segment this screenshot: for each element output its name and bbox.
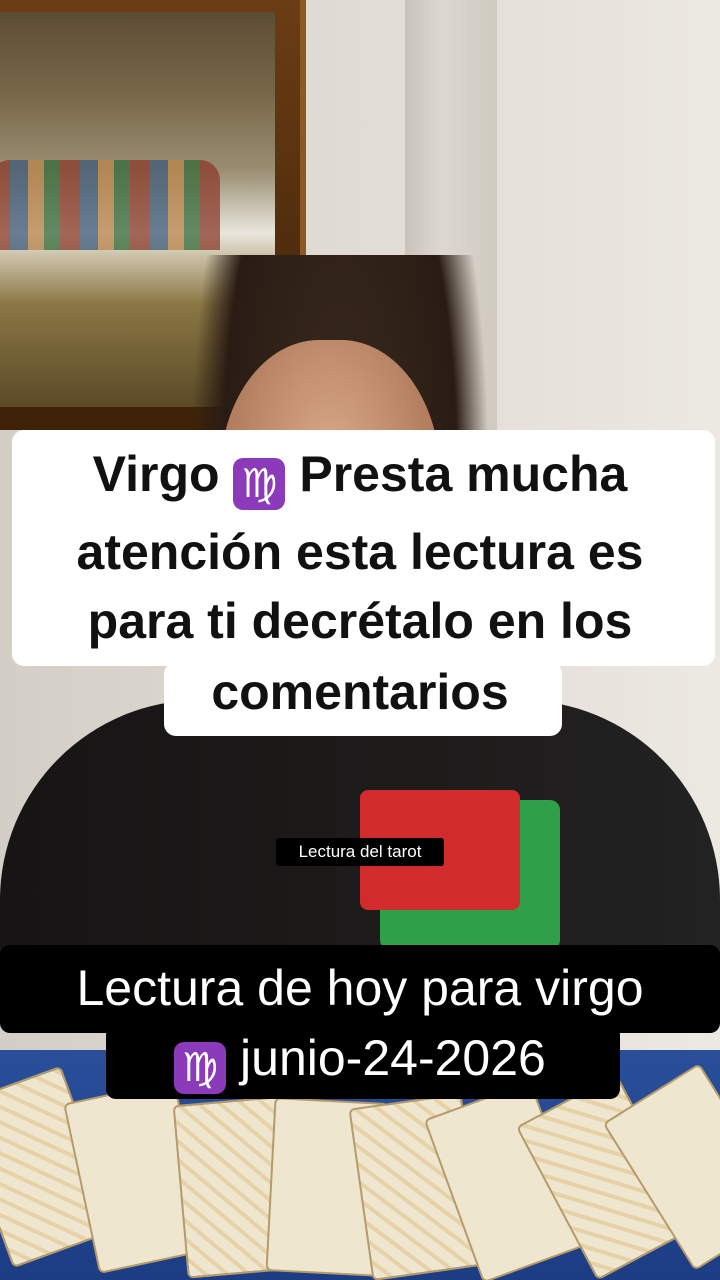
caption-word-virgo: Virgo [92,446,220,502]
caption-line-3: para ti decrétalo en los [87,593,633,649]
date-text: junio-24-2026 [240,1030,546,1086]
caption-line-1-rest: Presta mucha [299,446,628,502]
tarot-reading-label: Lectura del tarot [276,838,444,866]
virgo-icon: ♍ [233,458,286,510]
bottom-caption-line-1: Lectura de hoy para virgo [76,960,644,1016]
caption-line-2: atención esta lectura es [76,524,644,580]
bottom-caption-line-2: ♍ junio-24-2026 [0,1028,720,1094]
virgo-icon-bottom: ♍ [174,1042,227,1094]
caption-line-4: comentarios [211,664,509,720]
caption-line-1: Virgo ♍ Presta mucha [0,442,720,510]
